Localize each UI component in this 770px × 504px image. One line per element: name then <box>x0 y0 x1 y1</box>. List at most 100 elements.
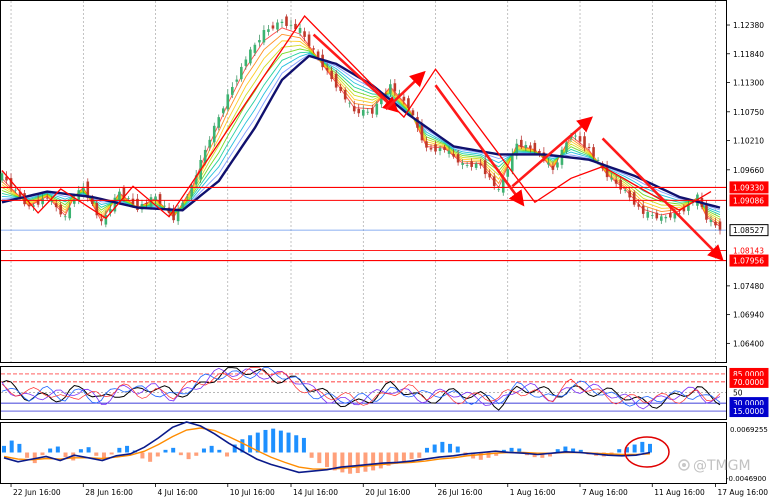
candle-body <box>271 25 275 29</box>
candle-body <box>27 205 31 207</box>
candle-body <box>510 153 514 172</box>
candle-body <box>389 84 392 94</box>
macd-histogram-bar <box>271 428 276 453</box>
candle-body <box>650 215 654 216</box>
candle-body <box>221 108 225 114</box>
macd-histogram-bar <box>217 449 222 453</box>
macd-histogram-bar <box>294 435 299 453</box>
candle-body <box>14 189 17 191</box>
macd-histogram-bar <box>248 435 253 453</box>
candle-body <box>655 212 659 219</box>
candle-body <box>488 173 491 178</box>
candle-body <box>253 44 257 53</box>
macd-histogram-bar <box>94 452 99 456</box>
candle-body <box>578 136 582 142</box>
candle-body <box>529 145 532 149</box>
candle-body <box>370 107 374 114</box>
candle-body <box>127 198 130 199</box>
macd-histogram-bar <box>2 445 6 453</box>
macd-histogram-bar <box>25 452 30 458</box>
macd-histogram-bar <box>363 452 368 472</box>
candle-body <box>705 204 708 220</box>
candle-body <box>235 79 239 82</box>
candle-body <box>425 141 428 148</box>
candle-body <box>303 31 306 37</box>
candle-body <box>669 213 672 218</box>
macd-histogram-bar <box>194 452 199 456</box>
candle-body <box>312 48 315 50</box>
time-axis: 22 Jun 16:00 28 Jun 16:00 4 Jul 16:00 10 Ju… <box>10 483 768 497</box>
candle-body <box>470 161 473 167</box>
price-tick-label: 1.11840 <box>733 50 764 59</box>
price-tick-label: 1.07480 <box>733 282 764 291</box>
candle-body <box>339 87 342 91</box>
candle-body <box>249 49 252 64</box>
candle-body <box>574 135 577 137</box>
candle-body <box>443 147 446 151</box>
candle-body <box>348 102 352 104</box>
candle-body <box>605 166 609 178</box>
candle-body <box>623 190 627 192</box>
time-tick-label: 26 Jul 16:00 <box>438 488 483 497</box>
candle-body <box>285 16 288 26</box>
price-tick-label: 1.12380 <box>733 21 764 30</box>
candle-body <box>497 189 501 191</box>
macd-histogram-bar <box>286 432 291 453</box>
candle-body <box>551 165 555 170</box>
candle-body <box>343 89 347 100</box>
macd-max-label: 0.0069255 <box>730 426 768 434</box>
macd-histogram-bar <box>17 443 22 453</box>
candle-body <box>614 179 618 184</box>
macd-histogram-bar <box>40 452 45 456</box>
macd-histogram-bar <box>309 452 314 458</box>
candle-body <box>63 216 67 218</box>
candle-body <box>492 176 496 186</box>
candle-body <box>158 194 162 204</box>
candle-body <box>709 219 713 223</box>
time-tick-label: 10 Jul 16:00 <box>230 488 275 497</box>
macd-histogram-bar <box>648 443 652 453</box>
macd-histogram-bar <box>263 429 268 453</box>
candle-body <box>41 198 44 205</box>
level-label: 1.07956 <box>733 257 764 266</box>
price-tick-label: 1.09660 <box>733 166 764 175</box>
candle-body <box>100 219 103 222</box>
candle-body <box>533 142 537 152</box>
candle-body <box>596 159 600 161</box>
macd-histogram-bar <box>201 448 206 453</box>
macd-histogram-bar <box>632 444 637 453</box>
macd-histogram-bar <box>417 452 422 458</box>
current-price-label: 1.08527 <box>733 226 764 235</box>
oscillator-level-label: 70.0000 <box>733 378 764 387</box>
candle-body <box>447 150 451 154</box>
macd-histogram-bar <box>9 440 14 453</box>
candle-body <box>72 198 76 204</box>
candle-body <box>276 22 279 30</box>
macd-histogram-bar <box>178 452 183 456</box>
time-tick-label: 1 Aug 16:00 <box>510 488 556 497</box>
macd-histogram-bar <box>355 452 360 474</box>
candle-body <box>501 179 505 193</box>
candle-body <box>325 68 329 71</box>
candle-body <box>334 73 338 88</box>
macd-histogram-bar <box>617 449 622 453</box>
candle-body <box>411 110 415 116</box>
chart-window: 1.12380 1.11840 1.11300 1.10750 1.10210 1.096… <box>0 0 770 500</box>
macd-histogram-bar <box>171 447 176 453</box>
candle-body <box>659 216 663 221</box>
candle-body <box>632 192 636 205</box>
macd-histogram-bar <box>109 452 114 455</box>
price-tick-label: 1.06400 <box>733 339 764 348</box>
candle-body <box>330 70 333 80</box>
candle-body <box>375 103 379 115</box>
candle-body <box>619 179 622 190</box>
candle-body <box>366 111 370 113</box>
candle-body <box>217 117 221 128</box>
candle-body <box>456 154 460 163</box>
candle-body <box>592 147 595 157</box>
level-label: 1.08143 <box>733 247 764 256</box>
time-tick-label: 4 Jul 16:00 <box>158 488 198 497</box>
candle-body <box>664 216 668 219</box>
candle-body <box>547 162 550 165</box>
candle-body <box>583 136 586 148</box>
